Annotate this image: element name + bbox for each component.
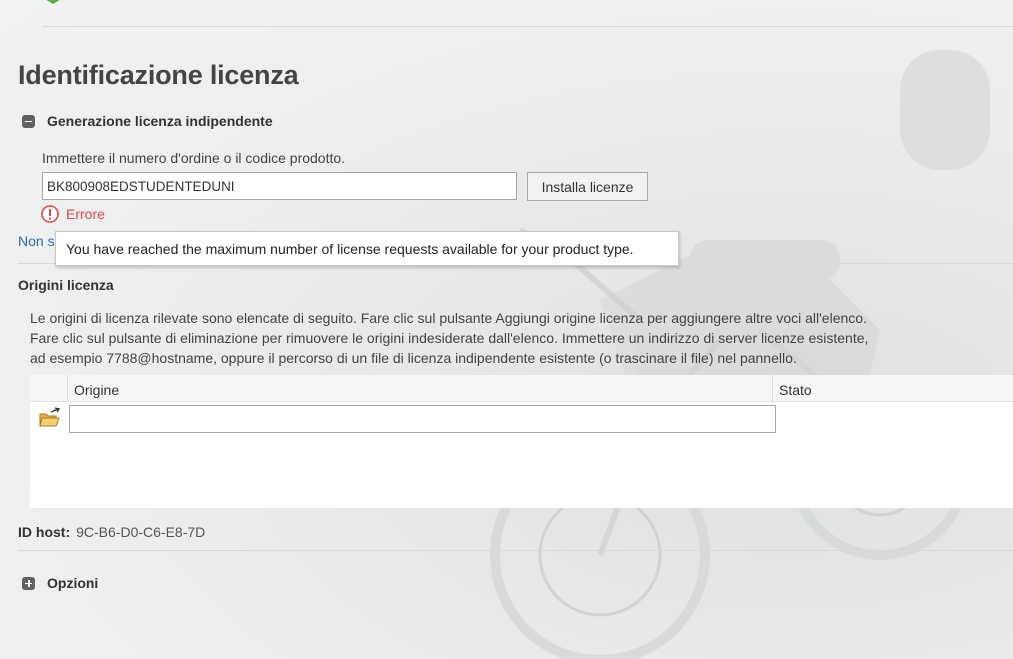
help-link[interactable]: Non s: [18, 233, 55, 249]
order-number-input[interactable]: [42, 172, 517, 200]
ptc-logo-icon: [46, 0, 60, 4]
minus-square-icon: [22, 114, 35, 128]
table-header: Origine Stato: [30, 375, 1013, 402]
install-licenses-button[interactable]: Installa licenze: [527, 172, 648, 201]
column-header-origin[interactable]: Origine: [67, 375, 119, 401]
page-title: Identificazione licenza: [18, 60, 299, 90]
license-wizard-page: Identificazione licenza Generazione lice…: [0, 0, 1013, 659]
options-divider: [18, 550, 1013, 551]
host-id-value: 9C-B6-D0-C6-E8-7D: [76, 524, 206, 540]
options-toggle[interactable]: Opzioni: [22, 575, 98, 591]
error-tooltip: You have reached the maximum number of l…: [55, 231, 679, 266]
description-line: Le origini di licenza rilevate sono elen…: [30, 310, 867, 326]
host-id-label: ID host:: [18, 524, 71, 540]
folder-open-icon[interactable]: [38, 407, 61, 429]
options-label: Opzioni: [47, 575, 99, 591]
license-origins-table: Origine Stato: [30, 375, 1013, 508]
license-origins-description: Le origini di licenza rilevate sono elen…: [30, 308, 1010, 368]
column-header-status[interactable]: Stato: [772, 375, 812, 401]
order-number-prompt: Immettere il numero d'ordine o il codice…: [42, 150, 346, 166]
error-label: Errore: [66, 206, 105, 222]
plus-square-icon: [22, 576, 35, 590]
license-origin-input[interactable]: [69, 405, 776, 433]
header-divider: [42, 26, 1013, 27]
host-id-row: ID host: 9C-B6-D0-C6-E8-7D: [18, 524, 205, 540]
error-circle-icon: [41, 205, 59, 223]
description-line: ad esempio 7788@hostname, oppure il perc…: [30, 350, 797, 366]
license-origins-heading: Origini licenza: [18, 277, 114, 293]
description-line: Fare clic sul pulsante di eliminazione p…: [30, 330, 869, 346]
error-indicator[interactable]: Errore: [41, 205, 105, 223]
standalone-license-label: Generazione licenza indipendente: [47, 113, 273, 129]
standalone-license-toggle[interactable]: Generazione licenza indipendente: [22, 113, 273, 129]
